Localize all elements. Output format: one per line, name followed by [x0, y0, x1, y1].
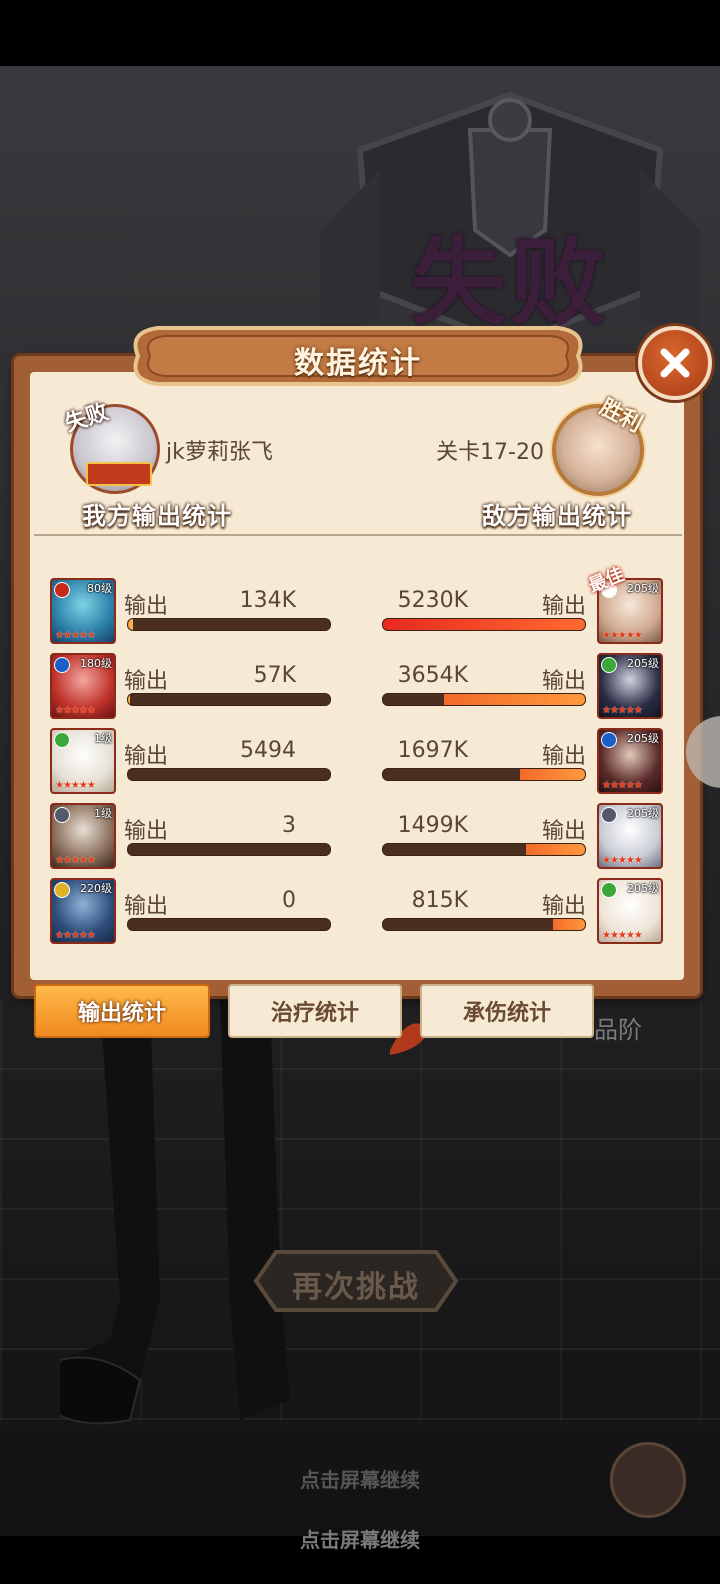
- enemy-hero-portrait[interactable]: 205级 ★★★★★: [597, 878, 663, 944]
- my-damage-value: 57K: [253, 663, 296, 688]
- my-damage-bar: [127, 918, 331, 931]
- my-hero-portrait[interactable]: 220级 ★★★★★: [50, 878, 116, 944]
- my-hero-level: 220级: [80, 882, 112, 895]
- enemy-damage-value: 1499K: [397, 813, 468, 838]
- enemy-damage-value: 815K: [411, 888, 468, 913]
- character-silhouette: [60, 1000, 290, 1425]
- enemy-hero-portrait[interactable]: 205级 ★★★★★: [597, 653, 663, 719]
- element-icon: [54, 732, 70, 748]
- my-damage-bar: [127, 843, 331, 856]
- element-icon: [601, 732, 617, 748]
- enemy-damage-bar: [382, 843, 586, 856]
- tab-damage-taken-stats[interactable]: 承伤统计: [420, 984, 594, 1038]
- tab-damage-stats[interactable]: 输出统计: [34, 984, 210, 1038]
- stats-row: 1级 ★★★★★ 输出 5494 1697K 输出 205级 ★★★★★: [0, 728, 720, 796]
- player-tag-badge: [86, 462, 152, 486]
- close-button[interactable]: [638, 326, 712, 400]
- my-damage-value: 5494: [240, 738, 296, 763]
- star-rating: ★★★★★: [602, 855, 643, 866]
- element-icon: [54, 807, 70, 823]
- element-icon: [54, 657, 70, 673]
- damage-bar-fill: [520, 769, 585, 780]
- enemy-damage-bar: [382, 768, 586, 781]
- star-rating: ★★★★★: [55, 630, 96, 641]
- tab-heal-stats[interactable]: 治疗统计: [228, 984, 402, 1038]
- my-hero-portrait[interactable]: 80级 ★★★★★: [50, 578, 116, 644]
- my-hero-portrait[interactable]: 1级 ★★★★★: [50, 803, 116, 869]
- enemy-damage-label: 输出: [542, 594, 587, 619]
- my-damage-bar: [127, 768, 331, 781]
- tap-to-continue-hint: 点击屏幕继续: [300, 1468, 420, 1492]
- enemy-damage-bar: [382, 918, 586, 931]
- my-damage-bar: [127, 693, 331, 706]
- my-hero-level: 1级: [94, 807, 112, 820]
- enemy-damage-bar: [382, 618, 586, 631]
- my-hero-portrait[interactable]: 180级 ★★★★★: [50, 653, 116, 719]
- stats-row: 220级 ★★★★★ 输出 0 815K 输出 205级 ★★★★★: [0, 878, 720, 946]
- my-damage-label: 输出: [124, 894, 169, 919]
- star-rating: ★★★★★: [602, 780, 643, 791]
- damage-bar-fill: [443, 694, 585, 705]
- enemy-stage: 关卡17-20: [436, 440, 544, 465]
- damage-bar-fill: [128, 694, 131, 705]
- retry-button[interactable]: 再次挑战: [236, 1262, 476, 1306]
- my-damage-label: 输出: [124, 819, 169, 844]
- my-damage-label: 输出: [124, 669, 169, 694]
- enemy-hero-level: 205级: [627, 882, 659, 895]
- close-x-icon: [660, 348, 690, 378]
- element-icon: [54, 882, 70, 898]
- background-grade-text: 品阶: [594, 1016, 642, 1044]
- my-damage-label: 输出: [124, 744, 169, 769]
- my-damage-label: 输出: [124, 594, 169, 619]
- damage-bar-fill: [383, 619, 585, 630]
- my-hero-portrait[interactable]: 1级 ★★★★★: [50, 728, 116, 794]
- stats-row: 1级 ★★★★★ 输出 3 1499K 输出 205级 ★★★★★: [0, 803, 720, 871]
- my-damage-value: 0: [282, 888, 296, 913]
- divider: [34, 534, 682, 536]
- enemy-damage-bar: [382, 693, 586, 706]
- element-icon: [601, 657, 617, 673]
- enemy-hero-portrait[interactable]: 205级 ★★★★★: [597, 728, 663, 794]
- enemy-damage-value: 1697K: [397, 738, 468, 763]
- star-rating: ★★★★★: [55, 930, 96, 941]
- my-hero-level: 80级: [87, 582, 112, 595]
- element-icon: [601, 807, 617, 823]
- element-icon: [54, 582, 70, 598]
- enemy-hero-portrait[interactable]: 205级 ★★★★★: [597, 803, 663, 869]
- star-rating: ★★★★★: [602, 630, 643, 641]
- star-rating: ★★★★★: [55, 705, 96, 716]
- tap-to-continue-hint-2[interactable]: 点击屏幕继续: [0, 1524, 720, 1553]
- my-hero-level: 1级: [94, 732, 112, 745]
- enemy-damage-value: 3654K: [397, 663, 468, 688]
- enemy-hero-level: 205级: [627, 582, 659, 595]
- my-stats-title: 我方输出统计: [82, 502, 232, 530]
- enemy-damage-label: 输出: [542, 894, 587, 919]
- star-rating: ★★★★★: [55, 780, 96, 791]
- star-rating: ★★★★★: [602, 930, 643, 941]
- star-rating: ★★★★★: [55, 855, 96, 866]
- enemy-hero-level: 205级: [627, 732, 659, 745]
- damage-bar-fill: [128, 619, 134, 630]
- enemy-hero-level: 205级: [627, 657, 659, 670]
- element-icon: [601, 882, 617, 898]
- enemy-damage-label: 输出: [542, 819, 587, 844]
- enemy-damage-label: 输出: [542, 669, 587, 694]
- enemy-hero-level: 205级: [627, 807, 659, 820]
- damage-bar-fill: [526, 844, 585, 855]
- enemy-damage-label: 输出: [542, 744, 587, 769]
- player-name: jk萝莉张飞: [166, 440, 273, 465]
- star-rating: ★★★★★: [602, 705, 643, 716]
- my-hero-level: 180级: [80, 657, 112, 670]
- stats-row: 180级 ★★★★★ 输出 57K 3654K 输出 205级 ★★★★★: [0, 653, 720, 721]
- enemy-stats-title: 敌方输出统计: [482, 502, 632, 530]
- enemy-damage-value: 5230K: [397, 588, 468, 613]
- my-damage-bar: [127, 618, 331, 631]
- my-damage-value: 134K: [239, 588, 296, 613]
- my-damage-value: 3: [282, 813, 296, 838]
- panel-title: 数据统计: [294, 346, 422, 381]
- damage-bar-fill: [552, 919, 585, 930]
